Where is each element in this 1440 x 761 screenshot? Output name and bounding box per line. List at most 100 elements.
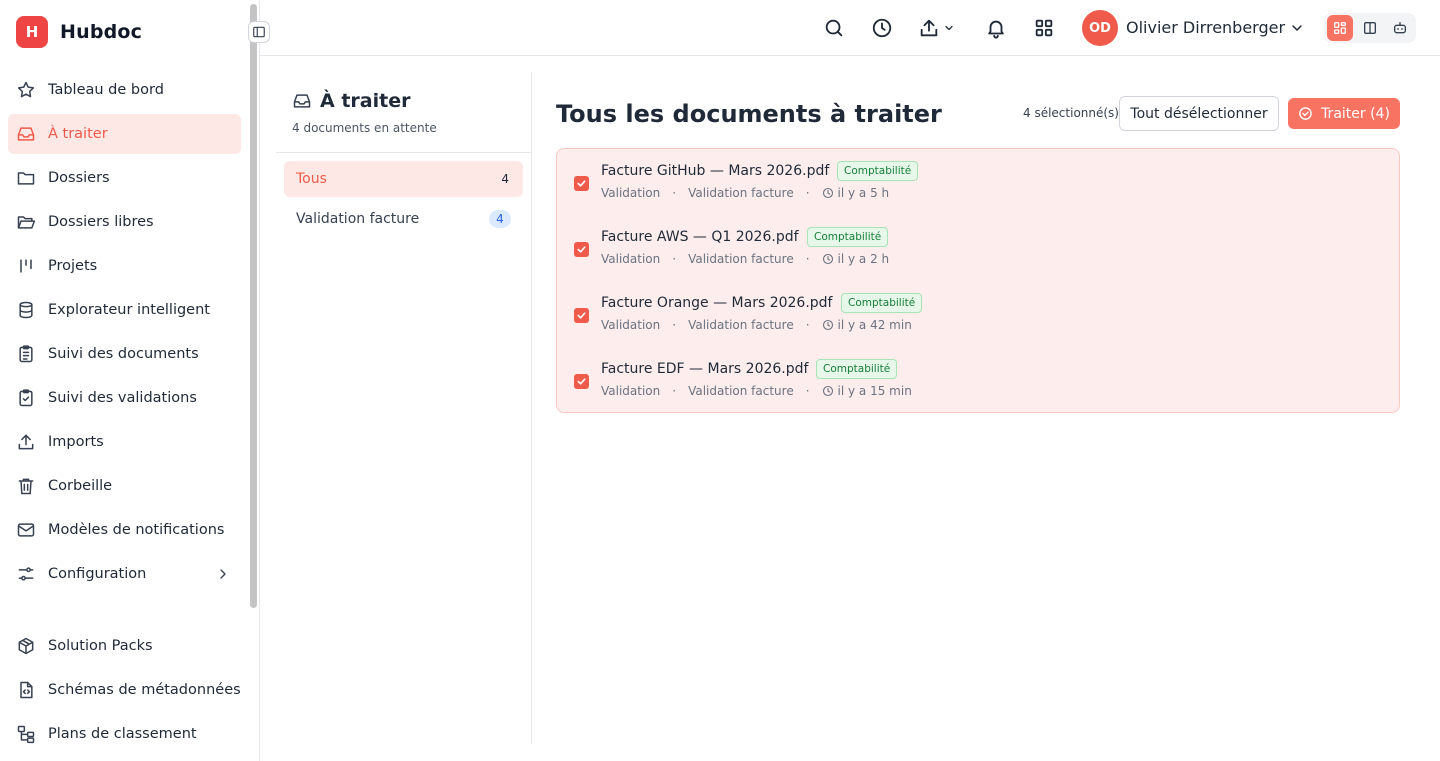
avatar[interactable]: OD [1082,10,1118,46]
user-name[interactable]: Olivier Dirrenberger [1126,18,1285,37]
process-button-label: Traiter (4) [1321,105,1390,122]
filter-invoice-validation[interactable]: Validation facture 4 [284,201,523,237]
category-tag: Comptabilité [837,161,919,181]
sidebar-item-validation-tracking[interactable]: Suivi des validations [8,378,241,418]
deselect-all-button[interactable]: Tout désélectionner [1119,96,1279,131]
history-button[interactable] [870,16,894,40]
sidebar-item-smart-explorer[interactable]: Explorateur intelligent [8,290,241,330]
queue-subtitle: 4 documents en attente [292,121,437,135]
document-checkbox[interactable] [574,242,589,257]
sidebar-scrollbar[interactable] [250,4,257,608]
document-workflow: Validation facture [688,384,794,398]
document-meta: Validation · Validation facture · il y a… [601,252,889,266]
inbox-icon [16,124,36,144]
filter-label: Tous [296,171,327,187]
clipboard-check-icon [16,388,36,408]
bot-icon [1392,20,1408,36]
document-type: Validation [601,252,661,266]
sidebar-item-dashboard[interactable]: Tableau de bord [8,70,241,110]
filter-count: 4 [501,172,509,186]
sidebar-collapse-button[interactable] [248,21,270,43]
category-tag: Comptabilité [841,293,923,313]
sidebar-nav: Tableau de bord À traiter Dossiers Dossi… [8,70,241,598]
apps-button[interactable] [1032,16,1056,40]
check-icon [576,178,587,189]
bell-icon [985,17,1007,39]
document-time: il y a 2 h [837,252,890,266]
filter-label: Validation facture [296,211,420,227]
sidebar-item-projects[interactable]: Projets [8,246,241,286]
sidebar-item-notification-templates[interactable]: Modèles de notifications [8,510,241,550]
sidebar-item-label: Projets [48,258,98,274]
chevron-right-icon [215,566,231,582]
trash-icon [16,476,36,496]
separator: · [805,384,810,398]
sidebar-item-configuration[interactable]: Configuration [8,554,241,594]
document-name[interactable]: Facture GitHub — Mars 2026.pdf [601,163,829,179]
list-item[interactable]: Facture EDF — Mars 2026.pdf Comptabilité… [557,347,1399,413]
sidebar-item-label: Imports [48,434,104,450]
view-dashboard-button[interactable] [1327,15,1353,41]
sidebar-nav-secondary: Solution Packs Schémas de métadonnées Pl… [8,626,241,758]
separator: · [672,318,677,332]
list-item[interactable]: Facture Orange — Mars 2026.pdf Comptabil… [557,281,1399,347]
document-workflow: Validation facture [688,186,794,200]
document-checkbox[interactable] [574,308,589,323]
sidebar-item-classification-plans[interactable]: Plans de classement [8,714,241,754]
chevron-down-icon[interactable] [1289,20,1305,36]
star-icon [16,80,36,100]
sidebar-item-solution-packs[interactable]: Solution Packs [8,626,241,666]
process-button[interactable]: Traiter (4) [1288,98,1400,129]
view-assistant-button[interactable] [1387,15,1413,41]
upload-menu-button[interactable] [918,16,958,40]
search-button[interactable] [822,16,846,40]
filter-count-badge: 4 [489,210,511,228]
separator: · [805,318,810,332]
sidebar-item-label: Suivi des documents [48,346,199,362]
queue-panel: À traiter 4 documents en attente Tous 4 … [276,72,532,744]
sidebar-item-free-folders[interactable]: Dossiers libres [8,202,241,242]
document-checkbox[interactable] [574,176,589,191]
document-type: Validation [601,186,661,200]
document-name[interactable]: Facture AWS — Q1 2026.pdf [601,229,799,245]
separator: · [805,252,810,266]
sidebar-item-label: Dossiers [48,170,110,186]
brand[interactable]: H Hubdoc [16,16,142,48]
folder-icon [16,168,36,188]
selection-count: 4 sélectionné(s) [1023,106,1119,120]
separator: · [672,384,677,398]
sidebar-item-label: Dossiers libres [48,214,154,230]
document-checkbox[interactable] [574,374,589,389]
clipboard-list-icon [16,344,36,364]
sidebar-item-metadata-schemas[interactable]: Schémas de métadonnées [8,670,241,710]
sidebar-item-document-tracking[interactable]: Suivi des documents [8,334,241,374]
document-type: Validation [601,318,661,332]
check-icon [576,376,587,387]
document-name[interactable]: Facture Orange — Mars 2026.pdf [601,295,833,311]
sidebar-item-to-process[interactable]: À traiter [8,114,241,154]
sidebar-item-label: Schémas de métadonnées [48,682,241,698]
clock-icon [822,319,834,331]
grid-icon [1033,17,1055,39]
sidebar-item-label: Explorateur intelligent [48,302,210,318]
hierarchy-icon [16,724,36,744]
notifications-button[interactable] [984,16,1008,40]
list-item[interactable]: Facture AWS — Q1 2026.pdf Comptabilité V… [557,215,1399,281]
sidebar-item-imports[interactable]: Imports [8,422,241,462]
kanban-icon [16,256,36,276]
queue-header: À traiter [292,90,410,112]
document-name[interactable]: Facture EDF — Mars 2026.pdf [601,361,808,377]
sliders-icon [16,564,36,584]
list-item[interactable]: Facture GitHub — Mars 2026.pdf Comptabil… [557,149,1399,215]
layout-grid-icon [1332,20,1348,36]
sidebar-item-folders[interactable]: Dossiers [8,158,241,198]
filter-all[interactable]: Tous 4 [284,161,523,197]
search-icon [823,17,845,39]
sidebar-item-label: Suivi des validations [48,390,197,406]
sidebar-item-label: À traiter [48,126,108,142]
sidebar-item-label: Configuration [48,566,147,582]
sidebar-item-trash[interactable]: Corbeille [8,466,241,506]
category-tag: Comptabilité [807,227,889,247]
view-split-button[interactable] [1357,15,1383,41]
check-circle-icon [1298,106,1313,121]
